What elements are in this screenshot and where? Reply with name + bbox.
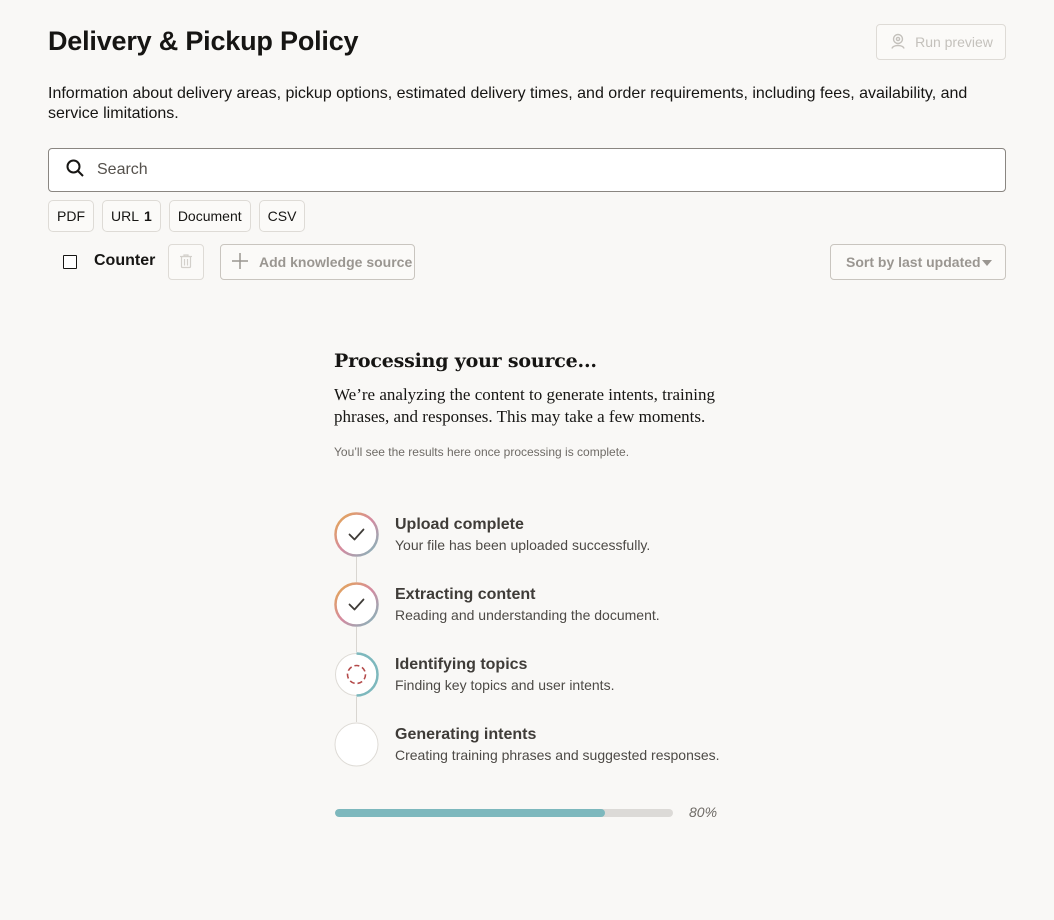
check-icon <box>334 582 379 627</box>
plus-icon <box>231 252 249 273</box>
step-description: Creating training phrases and suggested … <box>395 747 720 763</box>
step-description: Finding key topics and user intents. <box>395 677 615 693</box>
filter-chip-label: CSV <box>267 208 297 224</box>
sort-dropdown[interactable]: Sort by last updated <box>830 244 1006 280</box>
processing-note: You’ll see the results here once process… <box>334 445 630 459</box>
caret-down-icon <box>982 260 992 266</box>
processing-title: Processing your source... <box>334 350 597 372</box>
step-connector <box>356 697 357 722</box>
search-icon <box>65 158 85 183</box>
select-all-checkbox[interactable] <box>63 255 77 269</box>
page: Delivery & Pickup Policy Run preview Inf… <box>0 0 1054 920</box>
search-input[interactable] <box>97 161 977 179</box>
step-description: Reading and understanding the document. <box>395 607 660 623</box>
source-type-filters: PDF URL 1 Document CSV <box>48 200 306 232</box>
step-generating-intents: Generating intents Creating training phr… <box>334 722 754 792</box>
processing-subtitle: We’re analyzing the content to generate … <box>334 385 715 426</box>
processing-panel: Processing your source... We’re analyzin… <box>334 350 734 459</box>
progress-bar <box>335 809 673 817</box>
run-preview-button[interactable]: Run preview <box>876 24 1006 60</box>
filter-chip-document[interactable]: Document <box>168 200 251 232</box>
step-extracting-content: Extracting content Reading and understan… <box>334 582 754 652</box>
filter-chip-url[interactable]: URL 1 <box>102 200 161 232</box>
step-identifying-topics: Identifying topics Finding key topics an… <box>334 652 754 722</box>
step-title: Upload complete <box>395 516 524 533</box>
counter-label: Counter <box>94 252 156 269</box>
add-knowledge-source-button[interactable]: Add knowledge source <box>220 244 415 280</box>
progress-percentage: 80% <box>689 804 718 820</box>
page-title: Delivery & Pickup Policy <box>48 26 359 56</box>
filter-chip-csv[interactable]: CSV <box>258 200 306 232</box>
spinner-icon <box>335 652 379 697</box>
list-toolbar: Counter Add knowledge source Sort by las… <box>48 244 1006 280</box>
step-upload-complete: Upload complete Your file has been uploa… <box>334 512 754 582</box>
add-knowledge-source-label: Add knowledge source <box>259 254 413 270</box>
check-icon <box>334 512 379 557</box>
filter-chip-pdf[interactable]: PDF <box>48 200 94 232</box>
filter-chip-label: URL <box>111 208 140 224</box>
progress-bar-fill <box>335 809 606 817</box>
user-preview-icon <box>889 32 907 53</box>
search-box[interactable] <box>48 148 1006 192</box>
pending-circle-icon <box>334 722 379 767</box>
run-preview-label: Run preview <box>915 34 993 50</box>
delete-button[interactable] <box>168 244 204 280</box>
trash-icon <box>178 253 194 272</box>
step-description: Your file has been uploaded successfully… <box>395 537 651 553</box>
filter-chip-count: 1 <box>144 208 152 224</box>
filter-chip-label: Document <box>177 208 242 224</box>
step-connector <box>356 627 357 652</box>
step-connector <box>356 557 357 582</box>
step-title: Extracting content <box>395 586 536 603</box>
filter-chip-label: PDF <box>57 208 85 224</box>
page-description: Information about delivery areas, pickup… <box>48 85 968 122</box>
sort-label: Sort by last updated <box>846 254 981 270</box>
step-title: Generating intents <box>395 726 537 743</box>
processing-steps: Upload complete Your file has been uploa… <box>334 512 754 792</box>
step-title: Identifying topics <box>395 656 528 673</box>
